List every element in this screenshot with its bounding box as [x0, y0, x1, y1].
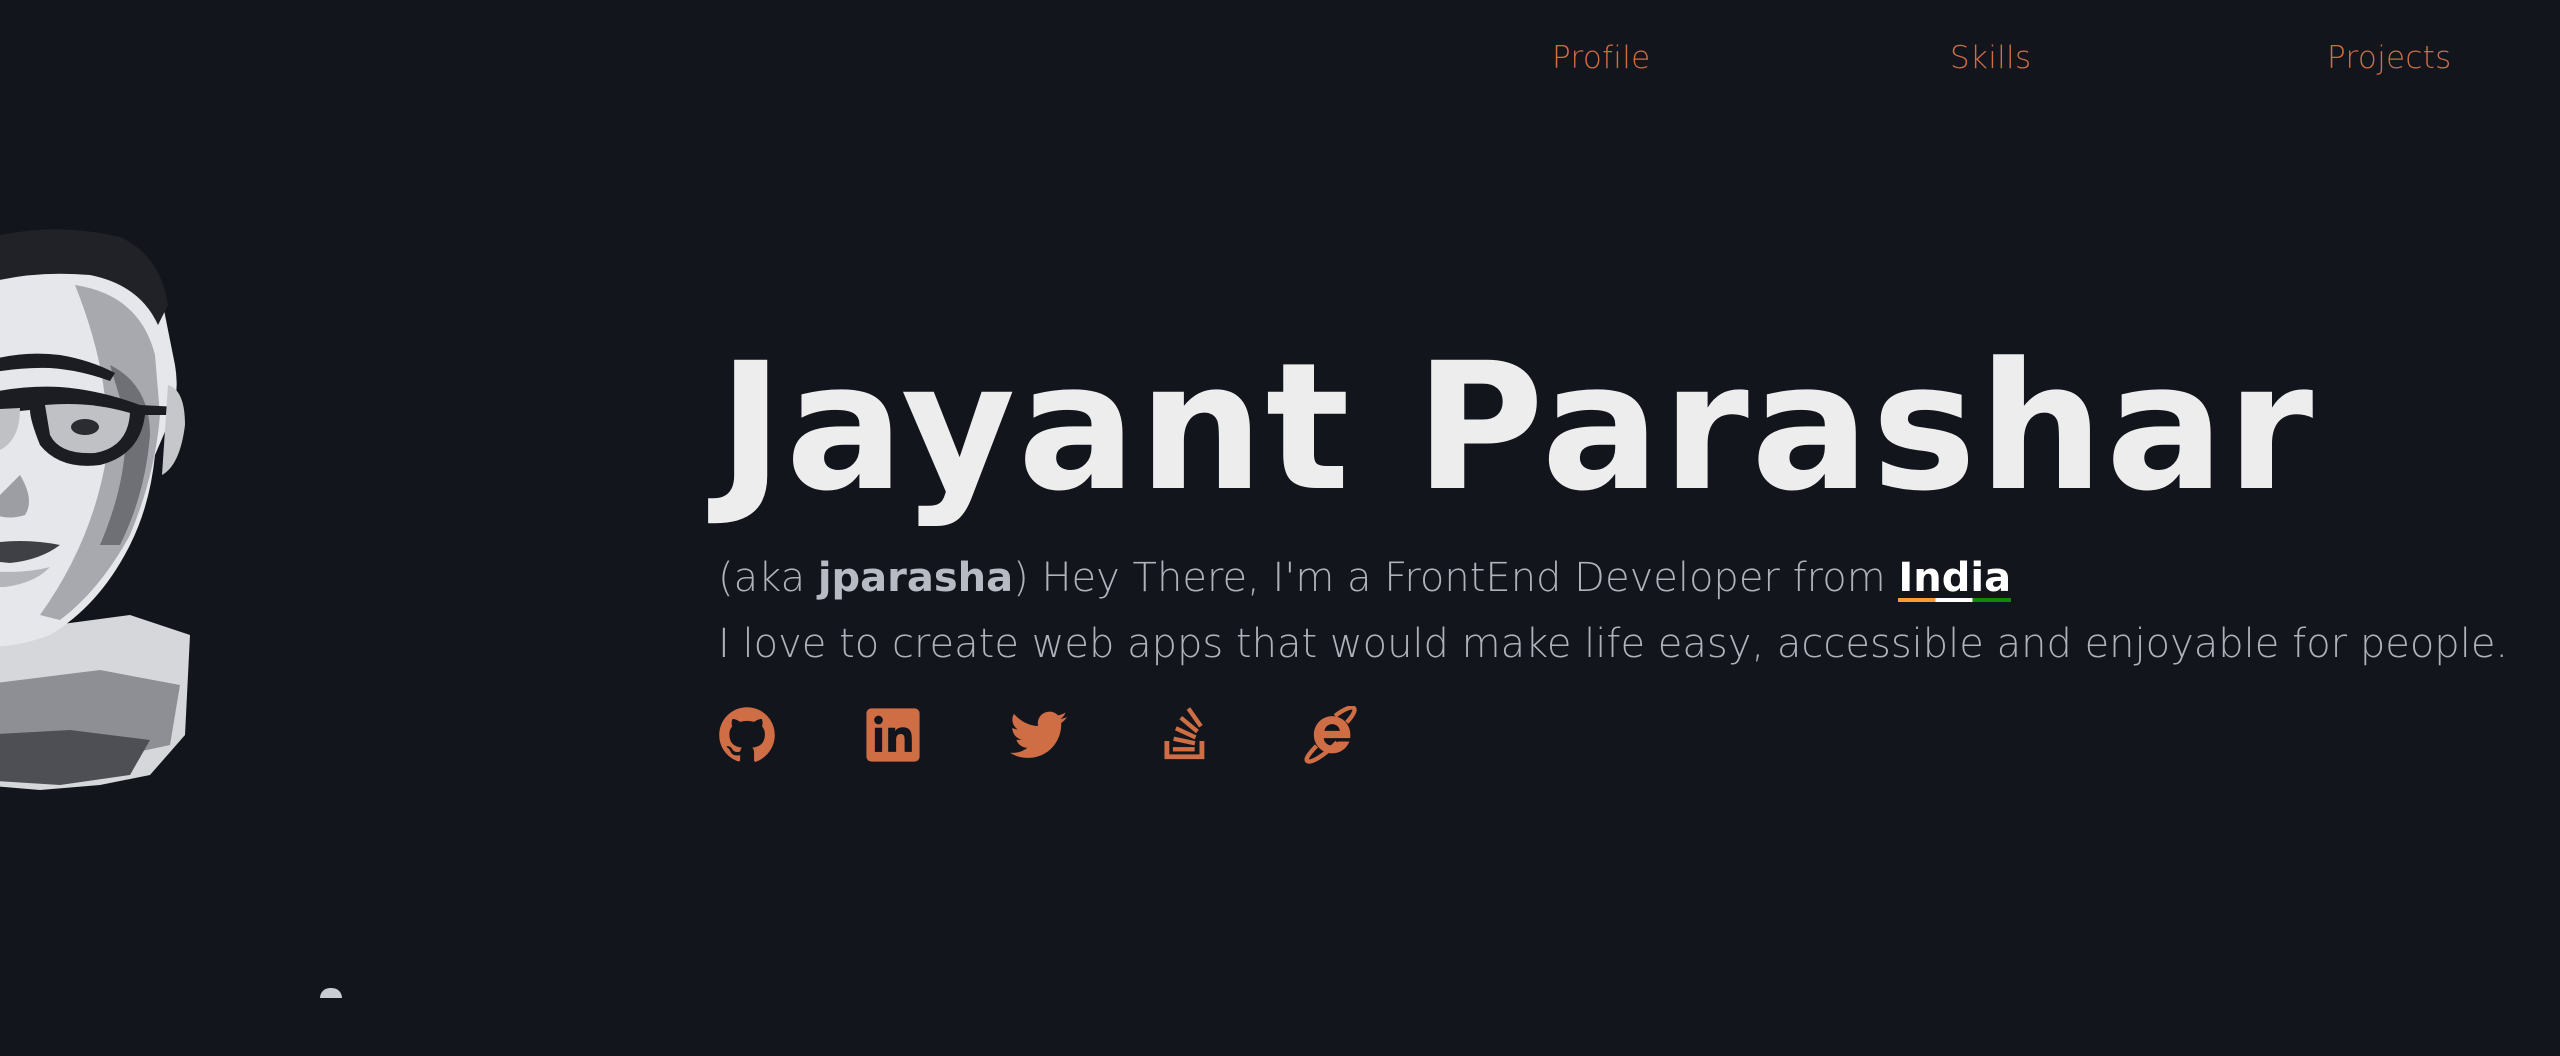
- stackoverflow-icon: [1164, 707, 1205, 760]
- portrait-fragment: [320, 988, 342, 998]
- nav-link-projects[interactable]: Projects: [2327, 40, 2452, 76]
- twitter-link[interactable]: [1010, 706, 1068, 764]
- social-links: [718, 706, 2518, 764]
- profile-portrait-image: [0, 229, 190, 790]
- intro-line: (aka jparasha) Hey There, I'm a FrontEnd…: [718, 556, 2518, 602]
- github-link[interactable]: [718, 706, 776, 764]
- twitter-icon: [1010, 711, 1068, 758]
- website-link[interactable]: [1302, 706, 1360, 764]
- country-name: India: [1898, 555, 2012, 602]
- linkedin-link[interactable]: [864, 706, 922, 764]
- alias-handle: jparasha: [817, 555, 1014, 601]
- internet-explorer-icon: [1304, 706, 1357, 764]
- aka-prefix: (aka: [718, 555, 818, 601]
- page-title: Jayant Parashar: [718, 325, 2316, 530]
- intro-text: ) Hey There, I'm a FrontEnd Developer fr…: [1013, 555, 1899, 601]
- nav-link-skills[interactable]: Skills: [1950, 40, 2031, 76]
- hero-section: Jayant Parashar (aka jparasha) Hey There…: [718, 340, 2518, 764]
- tagline: I love to create web apps that would mak…: [718, 621, 2509, 667]
- linkedin-icon: [866, 708, 920, 762]
- github-icon: [719, 707, 775, 762]
- stackoverflow-link[interactable]: [1156, 706, 1214, 764]
- portfolio-page: Profile Skills Projects Jayant Parashar: [0, 0, 2560, 1056]
- nav-link-profile[interactable]: Profile: [1552, 40, 1651, 76]
